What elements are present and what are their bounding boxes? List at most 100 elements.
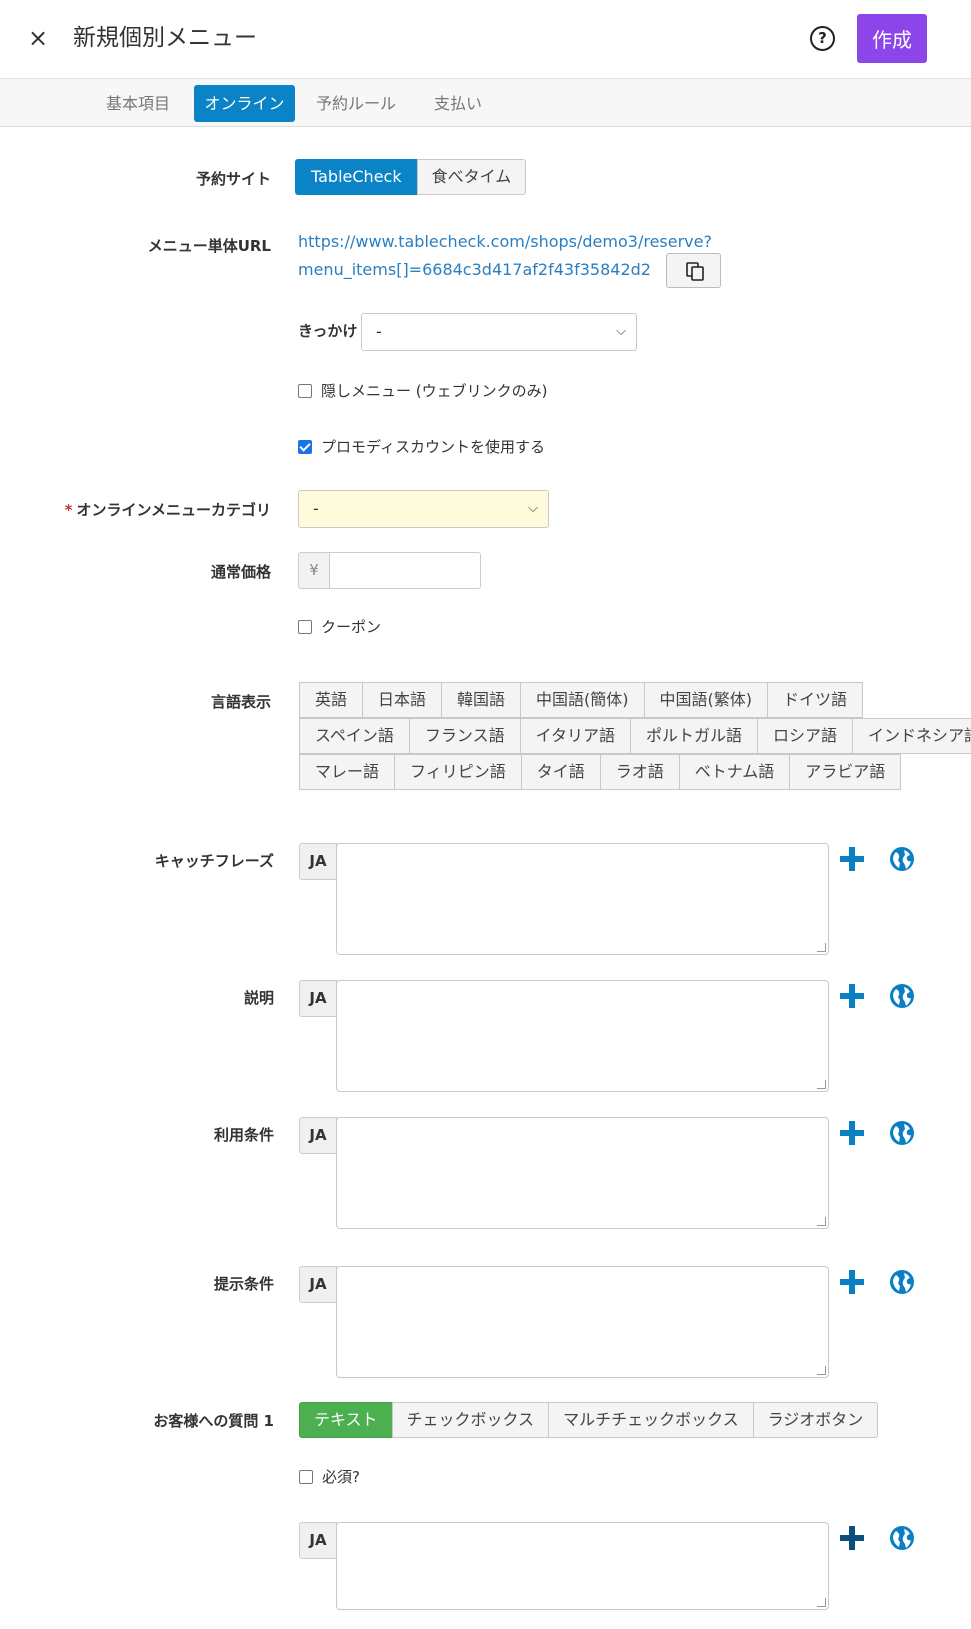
resize-grip[interactable]: [817, 1217, 826, 1226]
hidden-menu-checkbox[interactable]: [298, 384, 312, 398]
language-display-label: 言語表示: [210, 693, 271, 711]
plus-icon: [840, 1121, 864, 1145]
language-button[interactable]: 英語: [299, 682, 364, 718]
add-translation-button[interactable]: [839, 1269, 865, 1295]
globe-icon: [890, 1121, 914, 1145]
add-translation-button[interactable]: [839, 1120, 865, 1146]
lang-addon: JA: [299, 980, 337, 1017]
coupon-label: クーポン: [321, 618, 382, 636]
globe-icon: [890, 1270, 914, 1294]
required-mark: *: [64, 501, 73, 519]
description-label: 説明: [243, 989, 274, 1007]
presentation-conditions-textarea[interactable]: [336, 1266, 829, 1378]
language-button[interactable]: フィリピン語: [394, 754, 522, 790]
promo-discount-checkbox[interactable]: [298, 440, 312, 454]
close-icon[interactable]: ×: [24, 22, 52, 54]
language-button[interactable]: 中国語(繁体): [643, 682, 769, 718]
coupon-row: クーポン: [298, 617, 381, 637]
resize-grip[interactable]: [817, 1598, 826, 1607]
question-type-multi-checkbox[interactable]: マルチチェックボックス: [548, 1402, 754, 1438]
globe-icon: [890, 984, 914, 1008]
question-required-label: 必須?: [322, 1468, 360, 1486]
create-button[interactable]: 作成: [857, 14, 927, 63]
question-textarea[interactable]: [336, 1522, 829, 1610]
site-option-tablecheck[interactable]: TableCheck: [295, 159, 418, 195]
lang-addon: JA: [299, 1117, 337, 1154]
plus-icon: [840, 1270, 864, 1294]
description-textarea[interactable]: [336, 980, 829, 1092]
online-category-label: * オンラインメニューカテゴリ: [64, 501, 271, 519]
resize-grip[interactable]: [817, 943, 826, 952]
plus-icon: [840, 847, 864, 871]
question-type-radio[interactable]: ラジオボタン: [752, 1402, 879, 1438]
language-button[interactable]: ラオ語: [599, 754, 680, 790]
terms-of-use-textarea[interactable]: [336, 1117, 829, 1229]
question-required-row: 必須?: [299, 1467, 360, 1487]
tab-payment[interactable]: 支払い: [425, 85, 491, 122]
translate-button[interactable]: [889, 846, 915, 872]
reservation-site-label: 予約サイト: [195, 170, 271, 188]
page-title: 新規個別メニュー: [73, 25, 257, 51]
language-button[interactable]: スペイン語: [299, 718, 410, 754]
site-option-tabetime[interactable]: 食べタイム: [416, 159, 527, 195]
language-button[interactable]: ロシア語: [756, 718, 853, 754]
add-translation-button[interactable]: [839, 983, 865, 1009]
translate-button[interactable]: [889, 983, 915, 1009]
copy-url-button[interactable]: [666, 253, 721, 288]
regular-price-label: 通常価格: [210, 563, 271, 581]
menu-url-line2: menu_items[]=6684c3d417af2f43f35842d2: [298, 260, 651, 279]
add-translation-button[interactable]: [839, 1525, 865, 1551]
question-type-toggle: テキスト チェックボックス マルチチェックボックス ラジオボタン: [299, 1402, 879, 1438]
language-button[interactable]: アラビア語: [789, 754, 902, 790]
terms-of-use-label: 利用条件: [213, 1126, 274, 1144]
language-row-2: スペイン語 フランス語 イタリア語 ポルトガル語 ロシア語 インドネシア語: [299, 718, 971, 754]
language-button[interactable]: 韓国語: [441, 682, 522, 718]
promo-discount-label: プロモディスカウントを使用する: [321, 438, 545, 456]
translate-button[interactable]: [889, 1120, 915, 1146]
question-type-text[interactable]: テキスト: [299, 1402, 393, 1438]
online-category-select[interactable]: - ⌵: [298, 490, 549, 528]
menu-url-line1: https://www.tablecheck.com/shops/demo3/r…: [298, 232, 712, 251]
tab-online[interactable]: オンライン: [194, 85, 295, 122]
trigger-select-value: -: [376, 322, 382, 341]
language-button[interactable]: ポルトガル語: [629, 718, 758, 754]
copy-icon: [686, 262, 704, 281]
language-button[interactable]: インドネシア語: [851, 718, 971, 754]
hidden-menu-label: 隠しメニュー (ウェブリンクのみ): [321, 382, 548, 400]
currency-addon: ¥: [298, 552, 330, 589]
language-button[interactable]: 中国語(簡体): [520, 682, 645, 718]
reservation-site-toggle: TableCheck 食べタイム: [295, 159, 527, 195]
tab-reservation-rules[interactable]: 予約ルール: [310, 85, 402, 122]
language-button[interactable]: タイ語: [520, 754, 601, 790]
globe-icon: [890, 847, 914, 871]
translate-button[interactable]: [889, 1269, 915, 1295]
language-button[interactable]: 日本語: [362, 682, 443, 718]
customer-question-label: お客様への質問 1: [153, 1412, 274, 1430]
language-button[interactable]: フランス語: [408, 718, 521, 754]
language-button[interactable]: ベトナム語: [678, 754, 791, 790]
language-button[interactable]: ドイツ語: [767, 682, 864, 718]
price-input[interactable]: [329, 552, 481, 589]
language-button[interactable]: イタリア語: [519, 718, 631, 754]
chevron-down-icon: ⌵: [616, 324, 626, 339]
add-translation-button[interactable]: [839, 846, 865, 872]
plus-icon: [840, 984, 864, 1008]
trigger-select[interactable]: - ⌵: [361, 313, 637, 351]
tab-basic[interactable]: 基本項目: [96, 85, 180, 122]
help-icon[interactable]: ?: [810, 26, 835, 51]
coupon-checkbox[interactable]: [298, 620, 312, 634]
menu-url-link[interactable]: https://www.tablecheck.com/shops/demo3/r…: [298, 228, 712, 284]
globe-icon: [890, 1526, 914, 1550]
question-type-checkbox[interactable]: チェックボックス: [391, 1402, 550, 1438]
trigger-label: きっかけ: [298, 322, 358, 340]
hidden-menu-row: 隠しメニュー (ウェブリンクのみ): [298, 381, 547, 401]
catchphrase-textarea[interactable]: [336, 843, 829, 955]
language-button[interactable]: マレー語: [299, 754, 396, 790]
question-required-checkbox[interactable]: [299, 1470, 313, 1484]
resize-grip[interactable]: [817, 1080, 826, 1089]
resize-grip[interactable]: [817, 1366, 826, 1375]
catchphrase-label: キャッチフレーズ: [154, 852, 274, 870]
lang-addon: JA: [299, 843, 337, 880]
lang-addon: JA: [299, 1522, 337, 1559]
translate-button[interactable]: [889, 1525, 915, 1551]
